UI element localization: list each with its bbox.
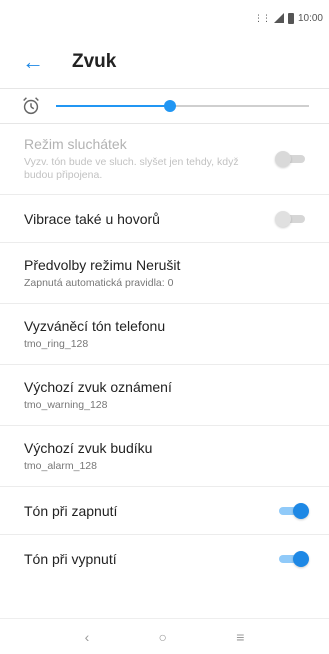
do-not-disturb-row[interactable]: Předvolby režimu Nerušit Zapnutá automat… [0,243,329,304]
power-on-tone-toggle[interactable] [275,502,309,519]
alarm-sound-row[interactable]: Výchozí zvuk budíku tmo_alarm_128 [0,426,329,487]
app-bar: ← Zvuk [0,36,329,88]
power-off-tone-label: Tón při vypnutí [24,551,117,567]
vibrate-calls-label: Vibrace také u hovorů [24,210,160,227]
headphone-mode-row: Režim sluchátek Vyzv. tón bude ve sluch.… [0,124,329,195]
vibrate-calls-toggle[interactable] [275,210,309,227]
notification-sound-row[interactable]: Výchozí zvuk oznámení tmo_warning_128 [0,365,329,426]
status-icons: ⋮⋮ 10:00 [253,12,323,24]
system-nav-bar: ‹ ○ ≡ [0,618,329,654]
status-bar: ⋮⋮ 10:00 [0,0,329,36]
arrow-left-icon[interactable]: ← [22,49,52,75]
alarm-icon [23,97,39,115]
ringtone-sub: tmo_ring_128 [24,337,89,350]
notification-sound-sub: tmo_warning_128 [24,398,108,411]
menu-lines-icon[interactable]: ≡ [236,629,244,645]
status-time: 10:00 [297,12,323,24]
do-not-disturb-label: Předvolby režimu Nerušit [24,256,181,273]
vibrate-calls-row[interactable]: Vibrace také u hovorů [0,195,329,243]
home-circle-icon[interactable]: ○ [159,629,167,645]
alarm-volume-slider-row [0,89,329,123]
notification-sound-label: Výchozí zvuk oznámení [24,378,172,395]
signal-dots-icon: ⋮⋮ [253,12,271,23]
alarm-sound-label: Výchozí zvuk budíku [24,439,153,456]
slider-thumb[interactable] [163,100,176,112]
do-not-disturb-sub: Zapnutá automatická pravidla: 0 [24,276,174,289]
power-off-tone-row[interactable]: Tón při vypnutí [0,535,329,583]
headphone-mode-label: Režim sluchátek [24,136,127,152]
slider-fill [56,105,170,107]
ringtone-label: Vyzváněcí tón telefonu [24,317,166,334]
ringtone-row[interactable]: Vyzváněcí tón telefonu tmo_ring_128 [0,304,329,365]
headphone-mode-toggle [275,151,309,167]
back-chevron-icon[interactable]: ‹ [85,629,90,645]
battery-icon [287,12,294,24]
power-off-tone-toggle[interactable] [275,551,309,567]
signal-icon [273,13,284,23]
headphone-mode-sub: Vyzv. tón bude ve sluch. slyšet jen tehd… [24,156,239,181]
alarm-sound-sub: tmo_alarm_128 [24,459,97,472]
page-title: Zvuk [72,51,117,72]
alarm-volume-slider[interactable] [56,100,309,112]
power-on-tone-label: Tón při zapnutí [24,502,118,519]
power-on-tone-row[interactable]: Tón při zapnutí [0,487,329,535]
